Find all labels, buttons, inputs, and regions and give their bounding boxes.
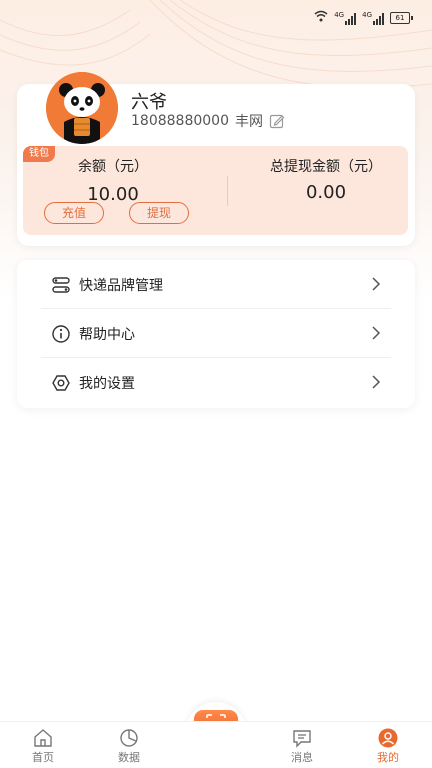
status-bar: 4G 4G 61 — [0, 0, 432, 36]
nav-mine-label: 我的 — [377, 751, 399, 764]
chevron-right-icon — [371, 276, 381, 292]
menu-item-label: 帮助中心 — [79, 326, 135, 343]
signal-icon: 4G — [334, 11, 357, 25]
signal-icon: 4G — [362, 11, 384, 25]
wifi-icon — [314, 10, 328, 25]
nav-home[interactable]: 首页 — [13, 728, 73, 765]
nav-data[interactable]: 数据 — [99, 728, 159, 765]
wallet-panel: 钱包 余额（元） 10.00 总提现金额（元） 0.00 充值 提现 — [23, 146, 408, 235]
phone-number: 18088880000 — [131, 113, 229, 129]
menu-item-label: 我的设置 — [79, 375, 135, 392]
nav-mine[interactable]: 我的 — [358, 728, 418, 765]
edit-icon[interactable] — [269, 113, 285, 129]
menu-item-settings[interactable]: 我的设置 — [41, 358, 391, 407]
settings-icon — [51, 373, 71, 393]
message-icon — [291, 728, 313, 748]
wallet-divider — [227, 176, 228, 206]
withdrawn-value: 0.00 — [305, 182, 347, 203]
withdrawn-label: 总提现金额（元） — [270, 159, 382, 175]
chevron-right-icon — [371, 374, 381, 390]
avatar[interactable] — [46, 72, 118, 144]
profile-card: 六爷 18088880000 丰网 钱包 余额（元） 10.00 总提现金额（元… — [17, 72, 415, 246]
phone-row: 18088880000 丰网 — [131, 111, 285, 131]
withdraw-button[interactable]: 提现 — [129, 202, 189, 224]
nav-messages[interactable]: 消息 — [272, 728, 332, 765]
nav-home-label: 首页 — [32, 751, 54, 764]
pie-chart-icon — [118, 728, 140, 748]
panda-icon — [46, 72, 118, 144]
balance-block: 余额（元） 10.00 — [53, 156, 173, 205]
wallet-tag: 钱包 — [23, 146, 55, 162]
menu-card: 快递品牌管理 帮助中心 我的设置 — [17, 260, 415, 408]
menu-item-label: 快递品牌管理 — [79, 277, 163, 294]
switch-icon — [51, 275, 71, 295]
nav-messages-label: 消息 — [291, 751, 313, 764]
menu-item-help-center[interactable]: 帮助中心 — [41, 309, 391, 358]
balance-label: 余额（元） — [78, 159, 148, 175]
battery-icon: 61 — [390, 11, 413, 24]
withdrawn-block: 总提现金额（元） 0.00 — [251, 156, 401, 203]
recharge-button[interactable]: 充值 — [44, 202, 104, 224]
user-icon — [377, 728, 399, 748]
menu-item-brand-management[interactable]: 快递品牌管理 — [41, 260, 391, 309]
network-name: 丰网 — [234, 114, 263, 130]
bottom-navigation: 首页 数据 消息 我的 — [0, 721, 432, 768]
nav-data-label: 数据 — [118, 751, 140, 764]
home-icon — [32, 728, 54, 748]
chevron-right-icon — [371, 325, 381, 341]
info-icon — [51, 324, 71, 344]
